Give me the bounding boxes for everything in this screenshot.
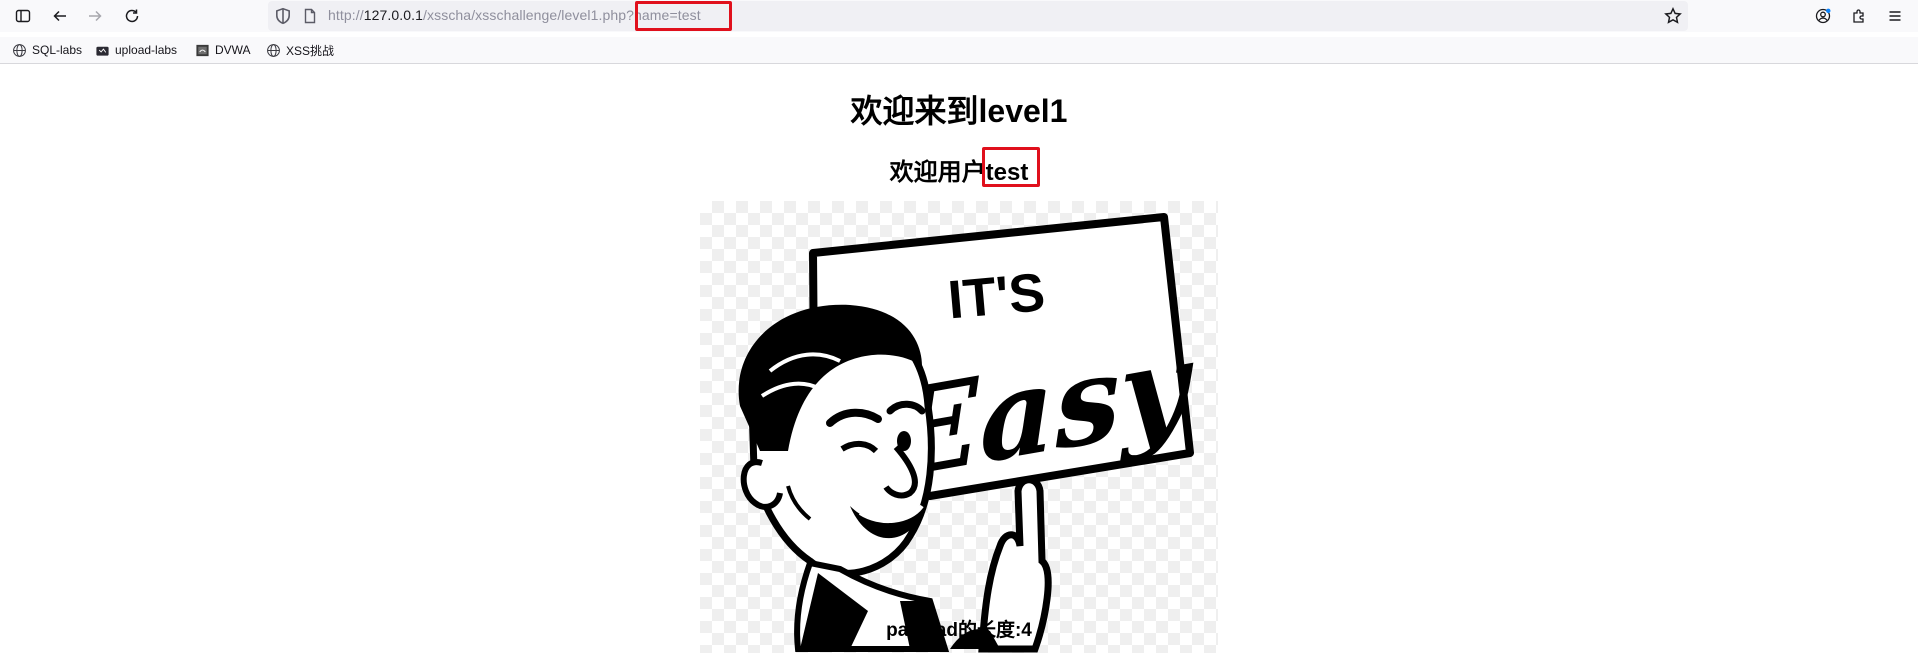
app-menu-icon[interactable] xyxy=(1882,3,1908,29)
url-text[interactable]: http://127.0.0.1/xsscha/xsschallenge/lev… xyxy=(328,7,701,23)
url-path: /xsscha/xsschallenge/level1.php xyxy=(423,7,627,23)
address-bar[interactable]: http://127.0.0.1/xsscha/xsschallenge/lev… xyxy=(268,1,1688,31)
bookmark-star-icon[interactable] xyxy=(1664,7,1682,25)
back-arrow-icon[interactable] xyxy=(47,3,73,29)
bookmark-upload-labs[interactable]: upload-labs xyxy=(95,40,177,60)
page-title: 欢迎来到level1 xyxy=(850,93,1068,129)
payload-length-text: payload的长度:4 xyxy=(0,615,1918,642)
bookmark-label: SQL-labs xyxy=(32,43,83,57)
welcome-prefix: 欢迎用户 xyxy=(889,159,986,186)
url-query: ?name=test xyxy=(626,7,701,23)
bookmarks-toolbar: SQL-labs upload-labs DVWA XSS挑战 xyxy=(0,37,1918,63)
bookmark-label: XSS挑战 xyxy=(286,43,335,58)
welcome-user-heading: 欢迎用户test xyxy=(0,152,1918,187)
extensions-puzzle-icon[interactable] xyxy=(1846,3,1872,29)
bookmark-sql-labs[interactable]: SQL-labs xyxy=(12,40,82,60)
url-host: 127.0.0.1 xyxy=(363,7,424,23)
folder-icon xyxy=(96,46,109,56)
sidebar-toggle-icon[interactable] xyxy=(10,3,36,29)
bookmark-label: upload-labs xyxy=(115,43,178,57)
its-easy-cartoon-image: IT'S Easy xyxy=(738,213,1197,653)
globe-icon xyxy=(267,43,280,57)
globe-icon xyxy=(13,43,26,57)
page-info-icon[interactable] xyxy=(302,8,318,24)
page-content: 欢迎来到level1 欢迎用户test IT'S Easy payload的长度… xyxy=(0,64,1918,658)
browser-toolbar: http://127.0.0.1/xsscha/xsschallenge/lev… xyxy=(0,0,1918,32)
welcome-username: test xyxy=(985,159,1029,186)
bookmark-label: DVWA xyxy=(215,43,251,57)
account-icon[interactable] xyxy=(1810,3,1836,29)
payload-length-value: 4 xyxy=(1021,620,1032,641)
bookmark-dvwa[interactable]: DVWA xyxy=(195,40,251,60)
forward-arrow-icon[interactable] xyxy=(82,3,108,29)
bookmark-xss-challenge[interactable]: XSS挑战 xyxy=(266,40,334,60)
its-easy-illustration: IT'S Easy xyxy=(700,201,1218,653)
tracking-protection-shield-icon[interactable] xyxy=(274,7,292,25)
payload-label: payload的长度: xyxy=(886,620,1022,641)
url-prefix: http:// xyxy=(328,7,364,23)
reload-icon[interactable] xyxy=(119,3,145,29)
sign-text-its: IT'S xyxy=(946,262,1048,330)
dvwa-favicon xyxy=(196,44,209,56)
